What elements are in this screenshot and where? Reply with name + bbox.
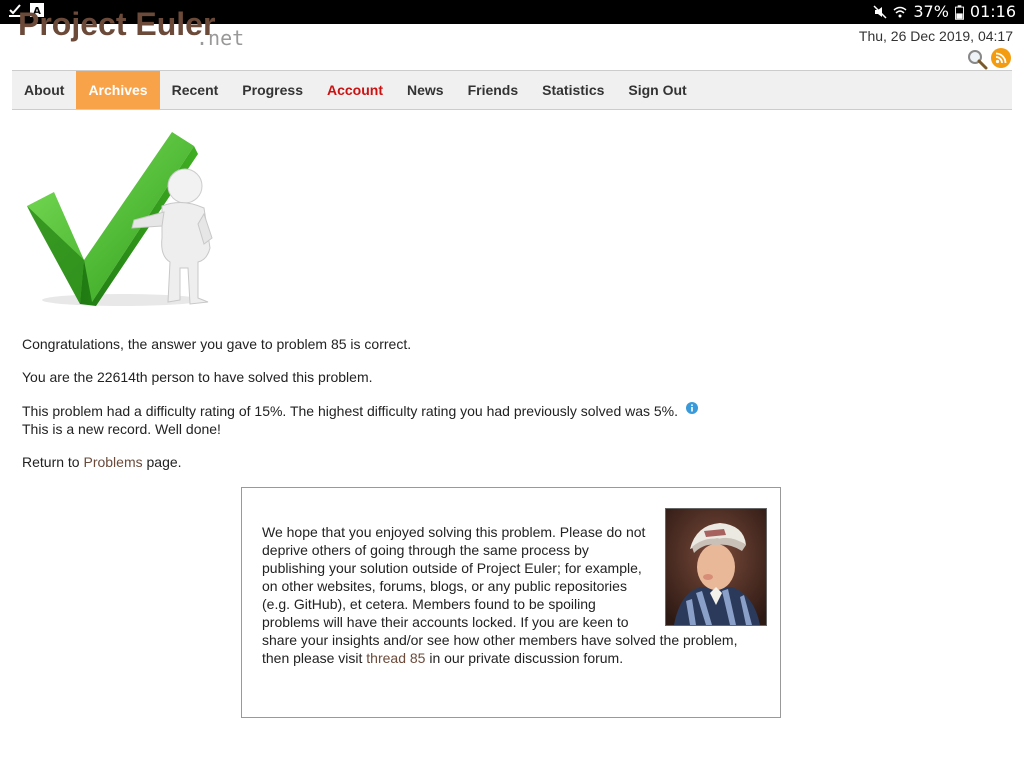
battery-percent: 37% — [913, 2, 949, 21]
wifi-icon — [893, 6, 907, 18]
spoiler-notice-text: We hope that you enjoyed solving this pr… — [262, 508, 767, 667]
nav-news[interactable]: News — [395, 71, 456, 109]
nav-statistics[interactable]: Statistics — [530, 71, 616, 109]
site-logo[interactable]: Project Euler .net — [18, 10, 278, 50]
battery-icon — [954, 4, 964, 20]
mute-icon — [873, 5, 887, 19]
logo-text: Project Euler — [18, 10, 216, 42]
nav-about[interactable]: About — [12, 71, 76, 109]
status-time: 01:16 — [969, 2, 1016, 21]
difficulty-text: This problem had a difficulty rating of … — [22, 403, 679, 419]
nav-sign-out[interactable]: Sign Out — [616, 71, 698, 109]
rss-icon[interactable] — [991, 48, 1011, 68]
current-datetime: Thu, 26 Dec 2019, 04:17 — [858, 28, 1013, 44]
nav-recent[interactable]: Recent — [160, 71, 231, 109]
congrats-message: Congratulations, the answer you gave to … — [22, 336, 412, 352]
info-icon[interactable] — [685, 402, 698, 414]
correct-checkmark-illustration — [27, 132, 213, 306]
spoiler-notice-box: We hope that you enjoyed solving this pr… — [241, 487, 781, 718]
main-nav: About Archives Recent Progress Account N… — [12, 70, 1012, 110]
record-text: This is a new record. Well done! — [22, 421, 221, 437]
return-message: Return to Problems page. — [22, 453, 182, 471]
nav-friends[interactable]: Friends — [456, 71, 531, 109]
thread-link[interactable]: thread 85 — [366, 650, 425, 666]
euler-portrait — [665, 508, 767, 626]
nav-archives[interactable]: Archives — [76, 71, 160, 109]
problems-link[interactable]: Problems — [83, 454, 142, 470]
nav-account[interactable]: Account — [315, 71, 395, 109]
solver-rank-message: You are the 22614th person to have solve… — [22, 369, 373, 385]
return-prefix: Return to — [22, 454, 84, 470]
nav-progress[interactable]: Progress — [230, 71, 315, 109]
return-suffix: page. — [142, 454, 182, 470]
logo-suffix: .net — [196, 26, 245, 50]
search-icon[interactable] — [966, 48, 988, 70]
difficulty-message: This problem had a difficulty rating of … — [22, 402, 802, 438]
spoiler-text-after: in our private discussion forum. — [425, 650, 624, 666]
